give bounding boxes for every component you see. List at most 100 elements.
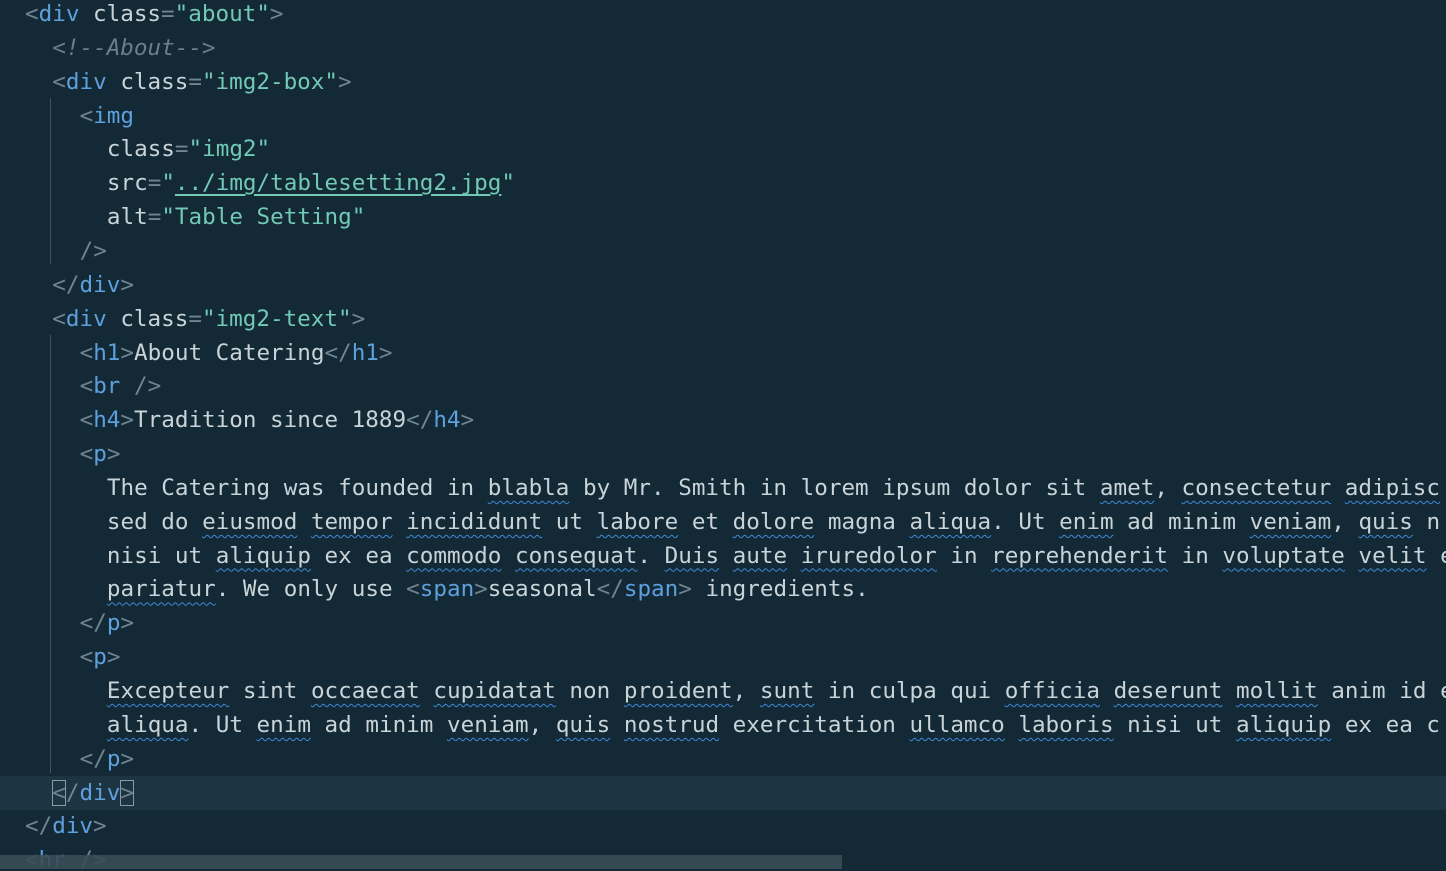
code-line[interactable]: sed do eiusmod tempor incididunt ut labo…	[0, 505, 1446, 539]
code-text: ,	[528, 711, 556, 738]
code-punctuation: <	[79, 644, 94, 671]
code-misspelled-word: velit	[1358, 542, 1427, 569]
code-line[interactable]: aliqua. Ut enim ad minim veniam, quis no…	[0, 708, 1446, 742]
code-text: exercitation	[719, 711, 910, 738]
code-line-content: <p>	[80, 640, 121, 674]
code-punctuation: </	[79, 745, 107, 772]
code-punctuation: >	[460, 407, 475, 434]
code-line[interactable]: class="img2"	[0, 132, 1446, 166]
code-punctuation: <	[52, 68, 66, 95]
code-misspelled-word: consectetur	[1181, 474, 1332, 501]
code-punctuation: </	[324, 339, 352, 366]
code-line[interactable]: src="../img/tablesetting2.jpg"	[0, 166, 1446, 200]
code-line[interactable]: />	[0, 234, 1446, 268]
code-misspelled-word: aute	[732, 542, 788, 569]
code-misspelled-word: aliqua	[909, 508, 992, 535]
code-line-content: <!--About-->	[52, 31, 215, 65]
code-punctuation: >	[678, 576, 692, 603]
code-punctuation: >	[106, 441, 121, 468]
code-tag-name: span	[623, 576, 679, 603]
code-line-content: nisi ut aliquip ex ea commodo consequat.…	[107, 539, 1446, 573]
code-tag-name: div	[65, 305, 107, 332]
code-line[interactable]: <h4>Tradition since 1889</h4>	[0, 403, 1446, 437]
code-punctuation: =	[147, 204, 162, 231]
code-misspelled-word: dolore	[732, 508, 815, 535]
code-punctuation: <	[25, 1, 39, 27]
horizontal-scrollbar[interactable]	[0, 855, 842, 869]
code-text: . Ut	[991, 508, 1060, 535]
code-tag-name: span	[419, 576, 475, 603]
code-punctuation: =	[188, 305, 202, 332]
code-line[interactable]: <p>	[0, 437, 1446, 471]
code-line-content: </p>	[80, 742, 134, 776]
code-line[interactable]: </p>	[0, 742, 1446, 776]
code-line-content: </div>	[25, 809, 107, 843]
code-line[interactable]: <br />	[0, 369, 1446, 403]
code-line[interactable]: <p>	[0, 640, 1446, 674]
code-line-current[interactable]: </div>	[0, 775, 1446, 810]
code-line[interactable]: pariatur. We only use <span>seasonal</sp…	[0, 572, 1446, 606]
code-line[interactable]: The Catering was founded in blabla by Mr…	[0, 471, 1446, 505]
code-text: sed do	[106, 508, 203, 535]
code-punctuation: >	[378, 339, 393, 366]
code-line[interactable]: alt="Table Setting"	[0, 200, 1446, 234]
code-line-content: pariatur. We only use <span>seasonal</sp…	[107, 572, 869, 606]
code-link[interactable]: ../img/tablesetting2.jpg	[175, 170, 501, 196]
code-punctuation: <	[406, 576, 420, 603]
code-text: et	[678, 508, 733, 535]
code-text: ,	[732, 678, 760, 704]
code-punctuation: >	[269, 1, 284, 27]
code-line[interactable]: <div class="img2-box">	[0, 65, 1446, 99]
code-punctuation: >	[120, 339, 135, 366]
code-misspelled-word: adipisc	[1344, 474, 1441, 501]
code-text: e	[1426, 543, 1446, 569]
indent-guide	[50, 335, 51, 773]
code-misspelled-word: aliquip	[215, 542, 311, 569]
code-text: sint	[229, 678, 311, 704]
code-misspelled-word: enim	[256, 711, 311, 738]
code-string: "about"	[174, 1, 270, 27]
code-line[interactable]: <!--About-->	[0, 31, 1446, 65]
code-text: ad minim	[1113, 508, 1250, 535]
code-misspelled-word: eiusmod	[202, 508, 298, 535]
code-line[interactable]: </div>	[0, 809, 1446, 843]
code-punctuation: <	[79, 373, 94, 400]
code-punctuation: >	[120, 271, 134, 298]
code-punctuation: >	[120, 610, 135, 637]
code-line-content: <p>	[80, 437, 121, 471]
code-tag-name: div	[79, 779, 121, 806]
code-text: in culpa qui	[814, 678, 1005, 704]
code-line[interactable]: <div class="img2-text">	[0, 302, 1446, 336]
code-punctuation: =	[174, 136, 189, 163]
code-punctuation: </	[596, 576, 624, 603]
code-misspelled-word: laboris	[1018, 711, 1114, 738]
code-line[interactable]: Excepteur sint occaecat cupidatat non pr…	[0, 674, 1446, 708]
code-text: . We only use	[215, 576, 407, 603]
code-editor[interactable]: <div class="about"> <!--About--> <div clas…	[0, 0, 1446, 871]
code-string: "Table Setting"	[161, 204, 366, 231]
code-line[interactable]: <img	[0, 99, 1446, 133]
code-punctuation: =	[188, 68, 202, 95]
code-punctuation: =	[147, 170, 162, 197]
code-misspelled-word: Duis	[664, 542, 720, 569]
code-text: ex ea	[310, 542, 407, 569]
code-line[interactable]: nisi ut aliquip ex ea commodo consequat.…	[0, 539, 1446, 573]
code-line[interactable]: <div class="about">	[0, 0, 1446, 31]
code-misspelled-word: blabla	[487, 474, 570, 501]
code-text: The Catering was founded in	[106, 474, 488, 501]
code-line[interactable]: </p>	[0, 606, 1446, 640]
code-text: Tradition since 1889	[134, 407, 407, 434]
code-line[interactable]: <h1>About Catering</h1>	[0, 336, 1446, 370]
code-attribute: class	[106, 305, 189, 332]
code-text: ad minim	[310, 711, 447, 738]
code-text: ex ea c	[1331, 711, 1441, 738]
code-comment: <!--About-->	[52, 34, 216, 61]
code-line[interactable]: </div>	[0, 268, 1446, 302]
code-misspelled-word: veniam	[1249, 508, 1332, 535]
